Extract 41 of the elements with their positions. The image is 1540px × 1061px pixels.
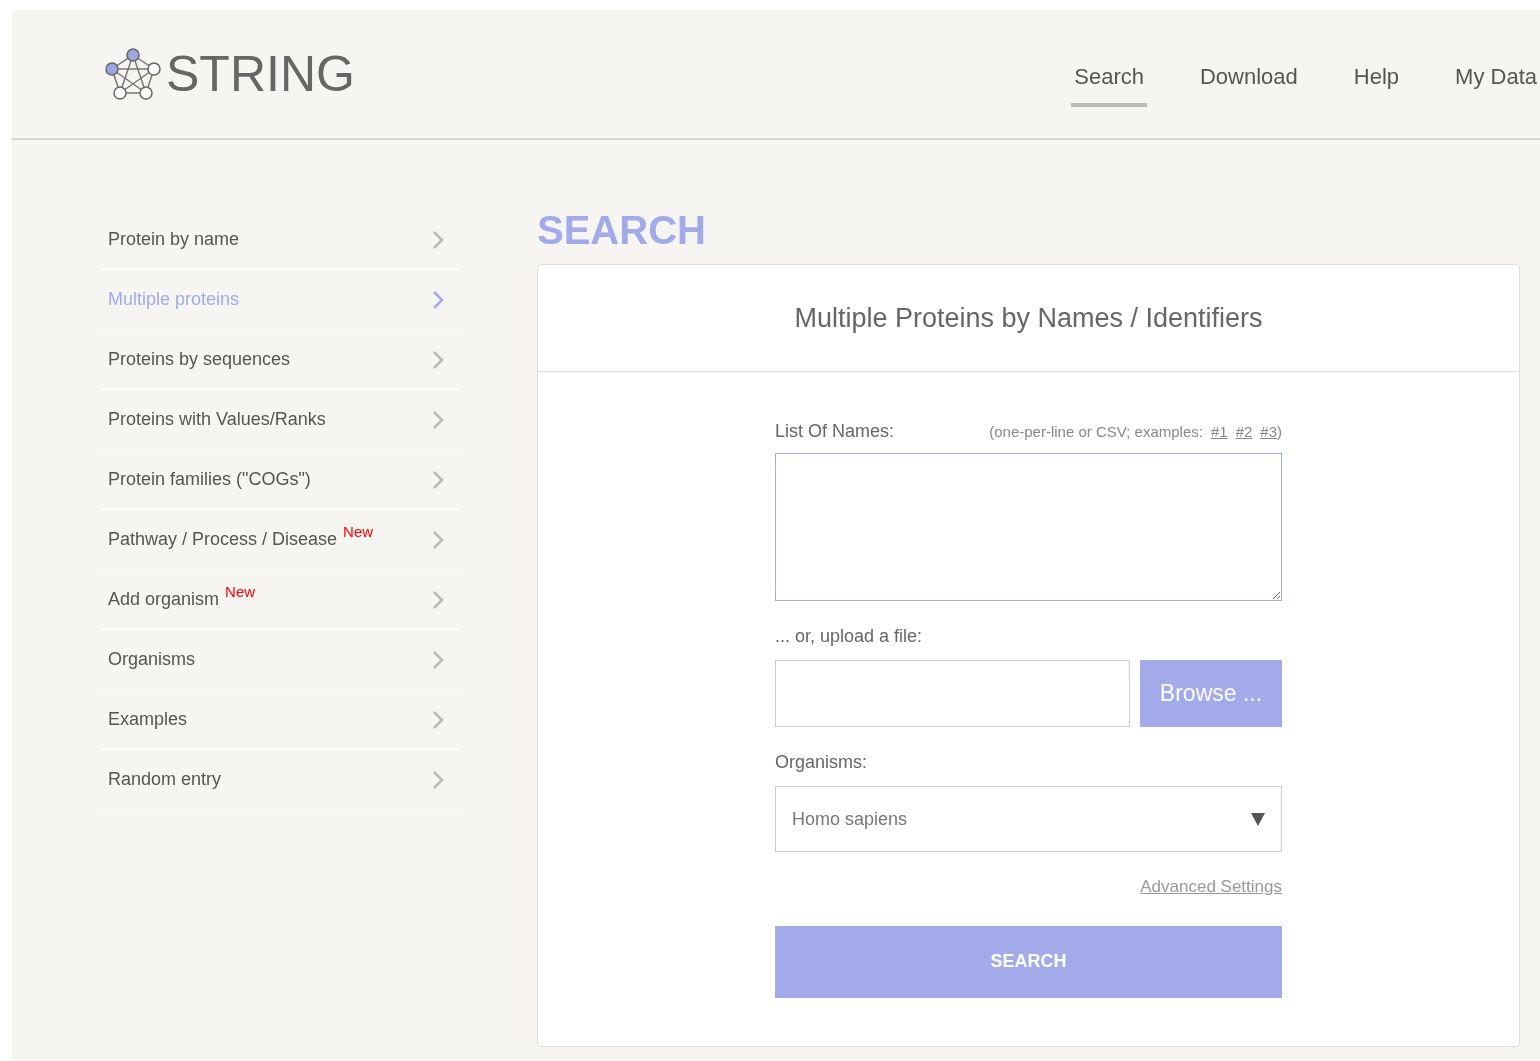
logo-text[interactable]: STRING	[166, 49, 355, 99]
nav-link[interactable]: Download	[1197, 59, 1301, 107]
chevron-right-icon	[432, 349, 444, 370]
chevron-right-icon	[432, 649, 444, 670]
names-textarea[interactable]	[775, 453, 1282, 601]
chevron-right-icon	[432, 289, 444, 310]
sidebar-item[interactable]: Pathway / Process / Disease	[108, 526, 338, 553]
new-label: New	[225, 582, 256, 603]
sidebar-item[interactable]: Protein by name	[108, 226, 240, 253]
file-path-field[interactable]	[775, 660, 1130, 727]
sidebar-item[interactable]: Examples	[108, 706, 188, 733]
field-label: ... or, upload a file:	[775, 625, 924, 648]
sidebar-item[interactable]: Random entry	[108, 766, 222, 793]
sidebar-item[interactable]: Organisms	[108, 646, 196, 673]
panel-title: Multiple Proteins by Names / Identifiers	[794, 301, 1263, 335]
chevron-right-icon	[432, 409, 444, 430]
logo-icon	[104, 45, 162, 103]
nav-link[interactable]: My Data	[1452, 59, 1540, 107]
example-link[interactable]: #3	[1260, 421, 1277, 444]
sidebar-item[interactable]: Proteins with Values/Ranks	[108, 406, 326, 433]
field-label: List Of Names:	[775, 420, 895, 443]
dropdown-arrow-icon	[1251, 812, 1265, 826]
chevron-right-icon	[432, 529, 444, 550]
sidebar-item[interactable]: Protein families ("COGs")	[108, 466, 311, 493]
new-label: New	[343, 522, 374, 543]
example-link[interactable]: #1	[1210, 421, 1228, 444]
organism-select[interactable]: Homo sapiens	[775, 786, 1282, 852]
hint-text: (one-per-line or CSV; examples:	[989, 422, 1203, 442]
hint-text: )	[1277, 422, 1282, 442]
chevron-right-icon	[432, 229, 444, 250]
chevron-right-icon	[432, 769, 444, 790]
sidebar-item[interactable]: Proteins by sequences	[108, 346, 291, 373]
field-label: Organisms:	[775, 751, 869, 774]
chevron-right-icon	[432, 469, 444, 490]
page-title: SEARCH	[537, 210, 707, 250]
example-link[interactable]: #2	[1235, 421, 1253, 444]
sidebar-item[interactable]: Add organism	[108, 586, 220, 613]
nav-link[interactable]: Search	[1071, 59, 1147, 107]
nav-link[interactable]: Help	[1350, 59, 1403, 107]
chevron-right-icon	[432, 589, 444, 610]
chevron-right-icon	[432, 709, 444, 730]
